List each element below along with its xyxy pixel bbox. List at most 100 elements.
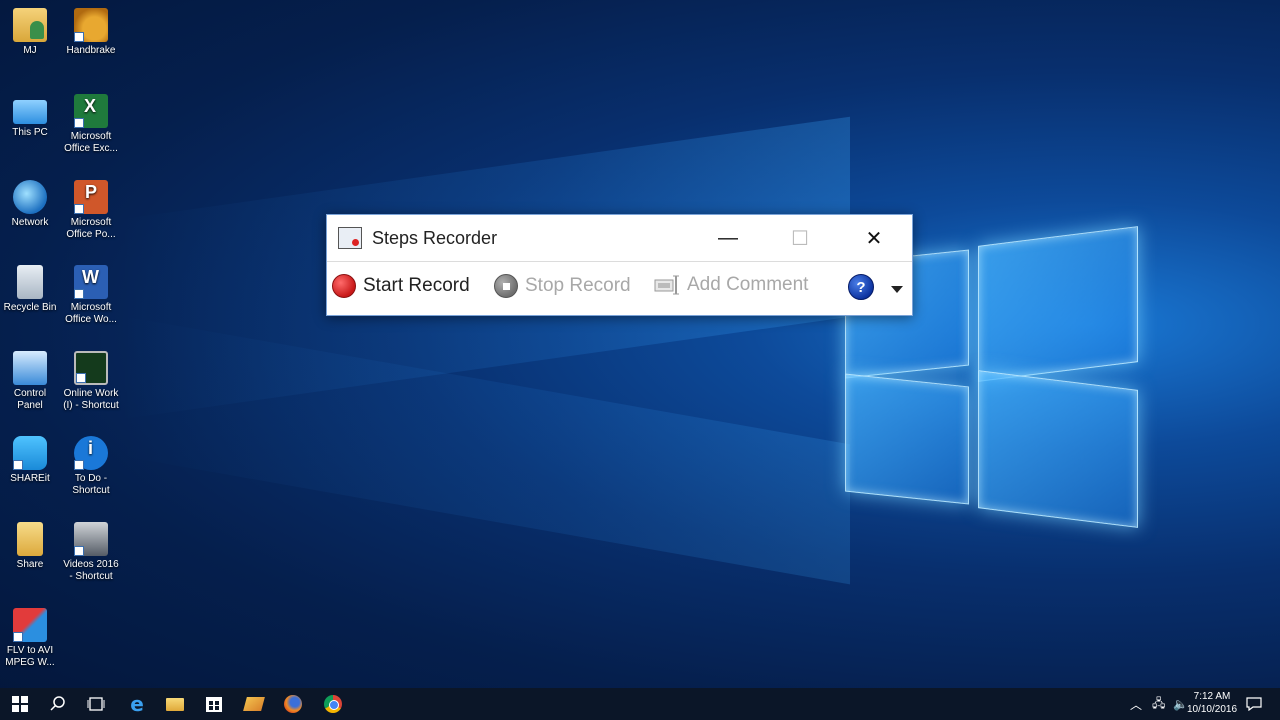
- desktop-icon-handbrake[interactable]: Handbrake: [61, 8, 121, 57]
- firefox-button[interactable]: [273, 688, 313, 720]
- add-comment-button: Add Comment: [654, 274, 808, 296]
- task-view-icon: [87, 697, 105, 711]
- desktop-icon-label: Handbrake: [66, 45, 116, 56]
- monitor-chart-icon: [74, 351, 108, 385]
- desktop-icon-label: This PC: [12, 127, 48, 138]
- user-folder-icon: [13, 8, 47, 42]
- control-panel-icon: [13, 351, 47, 385]
- help-icon: ?: [848, 274, 874, 300]
- info-icon: i: [74, 436, 108, 470]
- search-icon: [50, 696, 65, 711]
- desktop-icon-recycle-bin[interactable]: Recycle Bin: [0, 265, 60, 314]
- search-button[interactable]: [38, 688, 78, 720]
- chrome-icon: [324, 695, 342, 713]
- close-icon: ✕: [865, 227, 883, 250]
- desktop-icon-network[interactable]: Network: [0, 180, 60, 229]
- desktop-icon-label: Network: [11, 217, 49, 228]
- steps-recorder-app-icon: [338, 227, 362, 249]
- desktop-icon-control-panel[interactable]: Control Panel: [0, 351, 60, 412]
- network-icon: [13, 180, 47, 214]
- desktop-icon-online-work[interactable]: Online Work (I) - Shortcut: [61, 351, 121, 412]
- desktop-icon-label: Microsoft Office Po...: [66, 217, 116, 240]
- shareit-icon: [13, 436, 47, 470]
- action-center-button[interactable]: [1234, 688, 1274, 720]
- close-button[interactable]: ✕: [838, 215, 910, 261]
- file-explorer-button[interactable]: [155, 688, 195, 720]
- desktop-icon-label: To Do - Shortcut: [72, 473, 110, 496]
- file-explorer-icon: [166, 697, 184, 711]
- desktop-icon-word[interactable]: W Microsoft Office Wo...: [61, 265, 121, 326]
- computer-icon: [13, 100, 47, 124]
- recycle-bin-icon: [17, 265, 43, 299]
- desktop-icon-excel[interactable]: X Microsoft Office Exc...: [61, 94, 121, 155]
- chevron-down-icon[interactable]: [891, 286, 903, 293]
- desktop-icon-this-pc[interactable]: This PC: [0, 94, 60, 139]
- desktop-icon-label: Online Work (I) - Shortcut: [63, 388, 119, 411]
- record-icon: [332, 274, 356, 298]
- chrome-button[interactable]: [313, 688, 353, 720]
- wallpaper: [0, 0, 1280, 688]
- camcorder-icon: [74, 522, 108, 556]
- start-button[interactable]: [0, 688, 40, 720]
- desktop-icon-label: Videos 2016 - Shortcut: [63, 559, 119, 582]
- maximize-icon: ☐: [791, 227, 809, 250]
- desktop-icon-label: Control Panel: [13, 388, 47, 411]
- network-icon[interactable]: 🖧: [1152, 694, 1165, 715]
- shortcut-arrow-icon: [74, 460, 84, 470]
- folder-icon: [17, 522, 43, 556]
- taskbar: e ︿ 🖧 🔈 7:12 AM 10/10/2016: [0, 688, 1280, 720]
- desktop-icon-label: SHAREit: [10, 473, 50, 484]
- add-comment-icon: [654, 275, 680, 295]
- shortcut-arrow-icon: [74, 204, 84, 214]
- handbrake-icon: [74, 8, 108, 42]
- maximize-button: ☐: [764, 215, 836, 261]
- winamp-icon: [243, 697, 265, 711]
- task-view-button[interactable]: [76, 688, 116, 720]
- winamp-button[interactable]: [234, 688, 274, 720]
- title-bar[interactable]: Steps Recorder — ☐ ✕: [327, 215, 912, 262]
- help-button[interactable]: ?: [848, 274, 874, 300]
- edge-icon: e: [130, 692, 144, 716]
- stop-record-label: Stop Record: [525, 275, 631, 296]
- add-comment-label: Add Comment: [687, 274, 809, 295]
- minimize-icon: —: [718, 226, 738, 249]
- shortcut-arrow-icon: [13, 460, 23, 470]
- store-button[interactable]: [194, 688, 234, 720]
- desktop-icon-label: Share: [16, 559, 44, 570]
- desktop-icon-mj[interactable]: MJ: [0, 8, 60, 57]
- start-icon: [12, 696, 28, 712]
- steps-recorder-window: Steps Recorder — ☐ ✕ Start Record Stop R…: [326, 214, 913, 316]
- shortcut-arrow-icon: [74, 289, 84, 299]
- desktop-icon-label: Microsoft Office Wo...: [65, 302, 117, 325]
- desktop-icon-powerpoint[interactable]: P Microsoft Office Po...: [61, 180, 121, 241]
- desktop-icon-shareit[interactable]: SHAREit: [0, 436, 60, 485]
- powerpoint-icon: P: [74, 180, 108, 214]
- minimize-button[interactable]: —: [692, 215, 764, 261]
- desktop-icon-label: Microsoft Office Exc...: [64, 131, 118, 154]
- toolbar: Start Record Stop Record Add Comment ?: [327, 262, 912, 315]
- desktop-icon-todo[interactable]: i To Do - Shortcut: [61, 436, 121, 497]
- store-icon: [206, 696, 222, 712]
- word-icon: W: [74, 265, 108, 299]
- desktop-icon-share[interactable]: Share: [0, 522, 60, 571]
- flv-converter-icon: [13, 608, 47, 642]
- desktop-icon-label: FLV to AVI MPEG W...: [5, 645, 55, 668]
- shortcut-arrow-icon: [74, 118, 84, 128]
- firefox-icon: [284, 695, 302, 713]
- excel-icon: X: [74, 94, 108, 128]
- stop-icon: [494, 274, 518, 298]
- start-record-label: Start Record: [363, 275, 470, 296]
- desktop-icon-label: Recycle Bin: [3, 302, 57, 313]
- desktop-icon-videos-2016[interactable]: Videos 2016 - Shortcut: [61, 522, 121, 583]
- start-record-button[interactable]: Start Record: [332, 274, 470, 298]
- stop-record-button: Stop Record: [494, 274, 631, 298]
- shortcut-arrow-icon: [76, 373, 86, 383]
- notification-icon: [1246, 697, 1262, 711]
- shortcut-arrow-icon: [74, 546, 84, 556]
- desktop-icon-label: MJ: [23, 45, 37, 56]
- chevron-up-icon[interactable]: ︿: [1130, 696, 1142, 713]
- edge-button[interactable]: e: [117, 688, 157, 720]
- desktop-icon-flv-to-avi[interactable]: FLV to AVI MPEG W...: [0, 608, 60, 669]
- shortcut-arrow-icon: [74, 32, 84, 42]
- shortcut-arrow-icon: [13, 632, 23, 642]
